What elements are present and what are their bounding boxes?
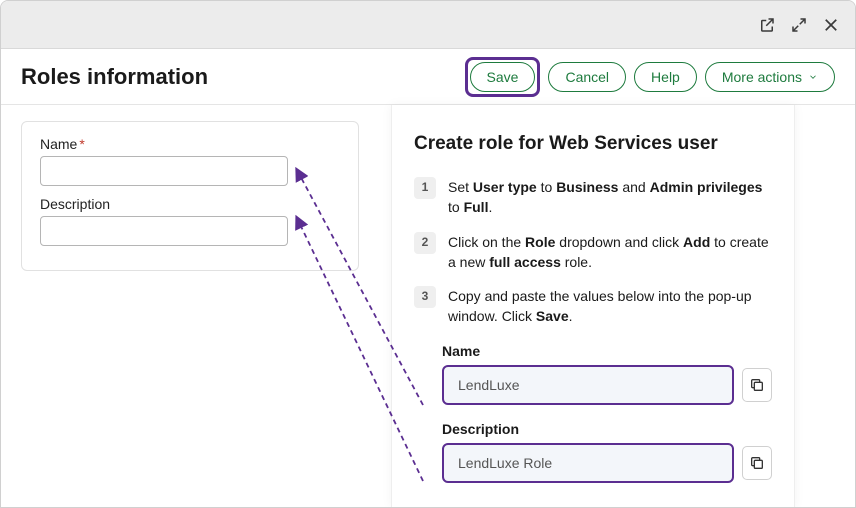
more-actions-label: More actions [722, 69, 802, 85]
name-input[interactable] [40, 156, 288, 186]
page-title: Roles information [21, 64, 208, 90]
role-form-panel: Name* Description [21, 121, 359, 271]
open-external-icon[interactable] [757, 15, 777, 35]
step-number: 3 [414, 286, 436, 308]
required-asterisk: * [79, 136, 84, 152]
name-field-row: Name* [40, 136, 340, 186]
cancel-button[interactable]: Cancel [548, 62, 626, 92]
help-button[interactable]: Help [634, 62, 697, 92]
copy-desc-label: Description [442, 421, 772, 437]
copy-name-label: Name [442, 343, 772, 359]
save-highlight-box: Save [465, 57, 541, 97]
step-text: Set User type to Business and Admin priv… [448, 177, 772, 218]
description-field-row: Description [40, 196, 340, 246]
copy-desc-row [442, 443, 772, 483]
copy-icon [749, 377, 765, 393]
save-button[interactable]: Save [470, 62, 536, 92]
guide-title: Create role for Web Services user [414, 133, 772, 155]
guide-steps: 1 Set User type to Business and Admin pr… [414, 177, 772, 327]
copy-icon [749, 455, 765, 471]
step-text: Copy and paste the values below into the… [448, 286, 772, 327]
copy-name-row [442, 365, 772, 405]
step-2: 2 Click on the Role dropdown and click A… [414, 232, 772, 273]
header-actions: Save Cancel Help More actions [465, 57, 835, 97]
name-label: Name* [40, 136, 340, 152]
description-input[interactable] [40, 216, 288, 246]
step-number: 2 [414, 232, 436, 254]
step-number: 1 [414, 177, 436, 199]
panel-header: Roles information Save Cancel Help More … [1, 49, 855, 105]
expand-icon[interactable] [789, 15, 809, 35]
copy-desc-input[interactable] [442, 443, 734, 483]
close-icon[interactable] [821, 15, 841, 35]
step-3: 3 Copy and paste the values below into t… [414, 286, 772, 327]
step-1: 1 Set User type to Business and Admin pr… [414, 177, 772, 218]
more-actions-button[interactable]: More actions [705, 62, 835, 92]
titlebar [1, 1, 855, 49]
content-area: Name* Description Create role for Web Se… [1, 105, 855, 507]
modal-window: Roles information Save Cancel Help More … [0, 0, 856, 508]
step-text: Click on the Role dropdown and click Add… [448, 232, 772, 273]
copy-desc-button[interactable] [742, 446, 772, 480]
guide-panel: Create role for Web Services user 1 Set … [391, 105, 795, 507]
copy-name-input[interactable] [442, 365, 734, 405]
chevron-down-icon [808, 72, 818, 82]
description-label: Description [40, 196, 340, 212]
copy-name-button[interactable] [742, 368, 772, 402]
